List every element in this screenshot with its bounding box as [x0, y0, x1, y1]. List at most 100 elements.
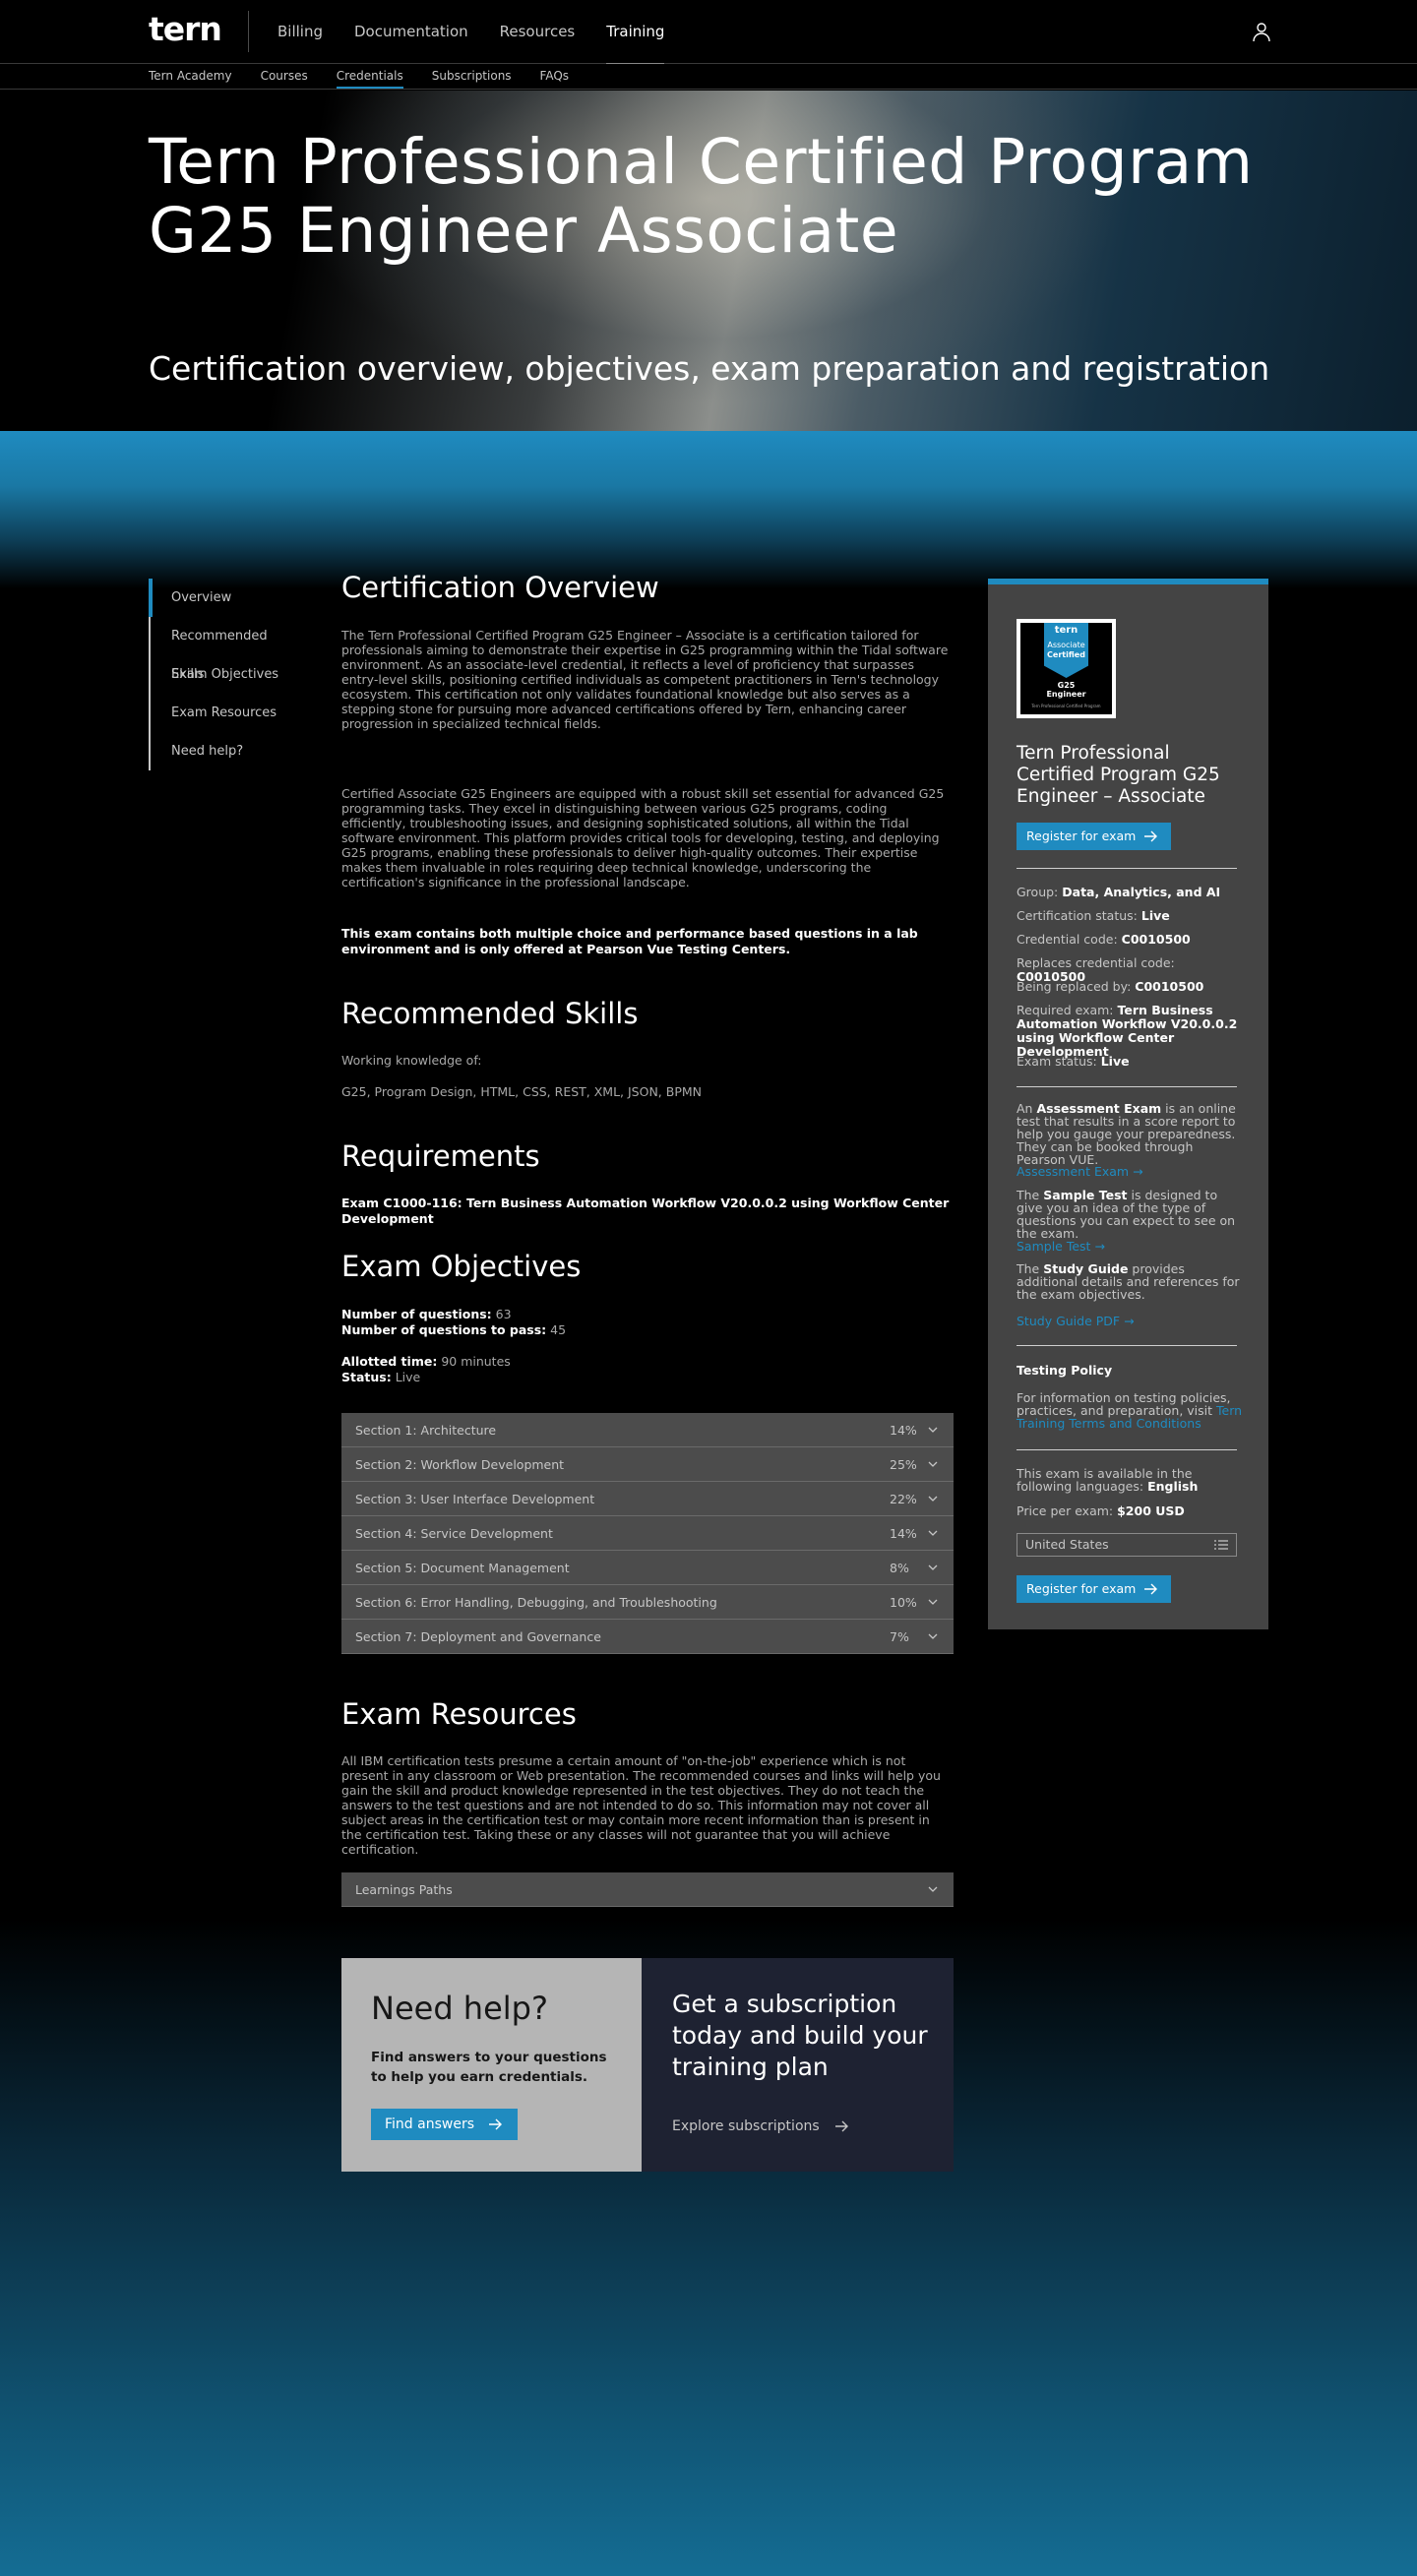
- chevron-down-icon: [928, 1599, 938, 1605]
- nav-documentation[interactable]: Documentation: [354, 0, 488, 64]
- status-value: Live: [395, 1370, 421, 1384]
- exam-status-line: Exam status: Live: [1017, 1055, 1243, 1069]
- cert-status-label: Certification status:: [1017, 908, 1138, 923]
- sidemenu-overview[interactable]: Overview: [149, 579, 296, 617]
- arrow-right-icon: [1144, 830, 1157, 842]
- nav-resources[interactable]: Resources: [500, 0, 595, 64]
- section-percent: 22%: [890, 1491, 917, 1506]
- replaced-by-label: Being replaced by:: [1017, 979, 1132, 994]
- num-questions-value: 63: [495, 1307, 512, 1321]
- credential-code-label: Credential code:: [1017, 932, 1118, 947]
- assessment-link-label: Assessment Exam: [1017, 1164, 1130, 1179]
- explore-subscriptions-link[interactable]: Explore subscriptions: [672, 2118, 849, 2134]
- testing-policy-heading: Testing Policy: [1017, 1363, 1113, 1378]
- section-percent: 8%: [890, 1560, 909, 1575]
- divider: [1017, 1345, 1237, 1346]
- find-answers-label: Find answers: [385, 2116, 474, 2132]
- objectives-meta: Number of questions: 63 Number of questi…: [341, 1307, 566, 1385]
- badge-program: Tern Professional Certified Program: [1031, 704, 1101, 708]
- study-guide-link[interactable]: Study Guide PDF →: [1017, 1314, 1135, 1328]
- price-value: $200 USD: [1117, 1503, 1185, 1518]
- chevron-down-icon: [928, 1633, 938, 1639]
- replaces-label: Replaces credential code:: [1017, 955, 1175, 970]
- requirements-heading: Requirements: [341, 1139, 540, 1173]
- chevron-down-icon: [928, 1461, 938, 1467]
- sample-test-link[interactable]: Sample Test →: [1017, 1239, 1105, 1254]
- section-percent: 10%: [890, 1594, 917, 1610]
- credential-badge: tern Associate Certified G25 Engineer Te…: [1017, 619, 1116, 718]
- group-label: Group:: [1017, 885, 1059, 899]
- nav-divider: [248, 11, 249, 52]
- list-icon: [1214, 1540, 1228, 1550]
- exam-status-value: Live: [1100, 1054, 1130, 1069]
- sidemenu-recommended-skills[interactable]: Recommended Skills: [151, 617, 296, 682]
- subnav-credentials[interactable]: Credentials: [336, 65, 403, 89]
- divider: [1017, 1449, 1237, 1450]
- section-label: Section 4: Service Development: [355, 1525, 553, 1541]
- subnav-tern-academy[interactable]: Tern Academy: [149, 65, 232, 88]
- assessment-exam-link[interactable]: Assessment Exam →: [1017, 1164, 1143, 1179]
- learning-paths-label: Learnings Paths: [355, 1881, 453, 1897]
- sub-navigation: Tern Academy Courses Credentials Subscri…: [0, 65, 1417, 90]
- arrow-right-icon: →: [1094, 1239, 1105, 1254]
- section-row[interactable]: Section 3: User Interface Development 22%: [341, 1482, 954, 1516]
- register-button-bottom[interactable]: Register for exam: [1017, 1575, 1171, 1603]
- section-percent: 14%: [890, 1525, 917, 1541]
- section-row[interactable]: Section 6: Error Handling, Debugging, an…: [341, 1585, 954, 1620]
- skills-list: G25, Program Design, HTML, CSS, REST, XM…: [341, 1084, 702, 1099]
- need-help-tile: Need help? Find answers to your question…: [341, 1958, 642, 2172]
- requirements-text: Exam C1000-116: Tern Business Automation…: [341, 1196, 950, 1226]
- sidemenu-need-help[interactable]: Need help?: [151, 732, 296, 770]
- user-icon[interactable]: [1250, 20, 1273, 43]
- chevron-down-icon: [928, 1886, 938, 1892]
- skills-heading: Recommended Skills: [341, 997, 639, 1030]
- tern-logo[interactable]: tern: [149, 10, 222, 48]
- register-label: Register for exam: [1026, 1581, 1137, 1596]
- subnav-courses[interactable]: Courses: [261, 65, 308, 88]
- section-row[interactable]: Section 2: Workflow Development 25%: [341, 1447, 954, 1482]
- group-line: Group: Data, Analytics, and AI: [1017, 886, 1243, 899]
- section-row[interactable]: Section 4: Service Development 14%: [341, 1516, 954, 1551]
- sidemenu-exam-resources[interactable]: Exam Resources: [151, 694, 296, 732]
- card-title: Tern Professional Certified Program G25 …: [1017, 743, 1220, 807]
- badge-brand: tern: [1054, 625, 1078, 636]
- arrow-right-icon: [1144, 1583, 1157, 1595]
- nav-training[interactable]: Training: [606, 0, 684, 64]
- section-row[interactable]: Section 1: Architecture 14%: [341, 1413, 954, 1447]
- page-subtitle: Certification overview, objectives, exam…: [149, 349, 1270, 388]
- resources-text: All IBM certification tests presume a ce…: [341, 1753, 941, 1857]
- credential-card: tern Associate Certified G25 Engineer Te…: [988, 579, 1268, 1629]
- cert-status-line: Certification status: Live: [1017, 909, 1243, 923]
- nav-billing[interactable]: Billing: [277, 0, 342, 64]
- sidemenu-exam-objectives[interactable]: Exam Objectives: [151, 655, 296, 694]
- country-select[interactable]: United States: [1017, 1533, 1237, 1557]
- section-row[interactable]: Section 7: Deployment and Governance 7%: [341, 1620, 954, 1654]
- side-menu: Overview Recommended Skills Exam Objecti…: [149, 579, 296, 770]
- find-answers-button[interactable]: Find answers: [371, 2109, 518, 2140]
- objectives-heading: Exam Objectives: [341, 1250, 582, 1283]
- time-label: Allotted time:: [341, 1354, 438, 1369]
- learning-paths-row[interactable]: Learnings Paths: [341, 1872, 954, 1907]
- badge-g25: G25: [1057, 681, 1076, 690]
- price-line: Price per exam: $200 USD: [1017, 1504, 1243, 1518]
- section-percent: 25%: [890, 1456, 917, 1472]
- badge-level: Associate: [1047, 641, 1085, 649]
- required-exam-line: Required exam: Tern Business Automation …: [1017, 1004, 1243, 1059]
- required-exam-label: Required exam:: [1017, 1003, 1114, 1017]
- section-label: Section 2: Workflow Development: [355, 1456, 565, 1472]
- badge-engineer: Engineer: [1046, 690, 1086, 699]
- page-title-line-2: G25 Engineer Associate: [149, 195, 899, 267]
- exam-format-note: This exam contains both multiple choice …: [341, 926, 918, 956]
- subnav-faqs[interactable]: FAQs: [540, 65, 570, 88]
- credential-code-value: C0010500: [1121, 932, 1191, 947]
- divider: [1017, 1086, 1237, 1087]
- chevron-down-icon: [928, 1530, 938, 1536]
- main-nav: Billing Documentation Resources Training: [277, 0, 696, 64]
- subnav-subscriptions[interactable]: Subscriptions: [432, 65, 512, 88]
- register-button[interactable]: Register for exam: [1017, 823, 1171, 850]
- subscription-heading: Get a subscription today and build your …: [672, 1990, 928, 2081]
- section-row[interactable]: Section 5: Document Management 8%: [341, 1551, 954, 1585]
- cert-status-value: Live: [1140, 908, 1170, 923]
- languages-line: This exam is available in the following …: [1017, 1467, 1243, 1493]
- group-value: Data, Analytics, and AI: [1062, 885, 1221, 899]
